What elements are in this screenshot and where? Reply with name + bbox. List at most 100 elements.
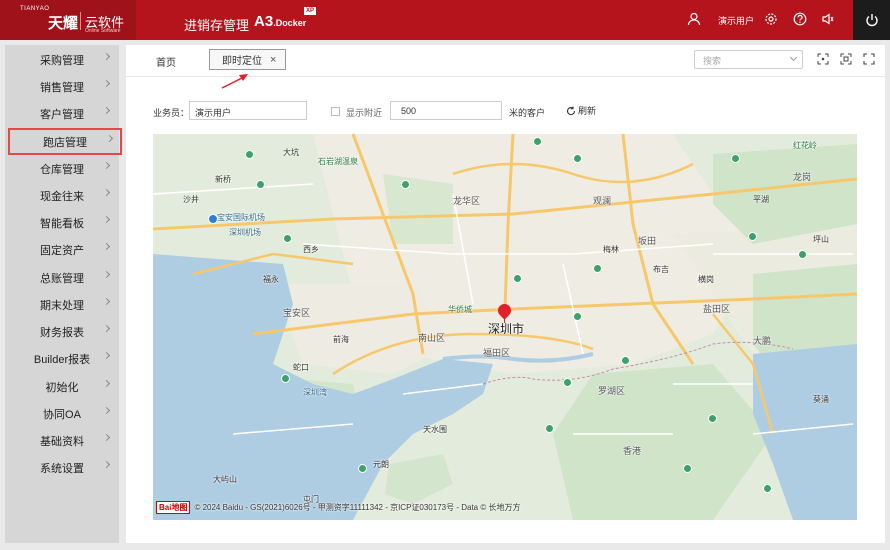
locate-icon[interactable] bbox=[817, 53, 829, 65]
map-poi[interactable] bbox=[573, 154, 582, 163]
map-poi[interactable] bbox=[748, 232, 757, 241]
map-poi[interactable] bbox=[283, 234, 292, 243]
brand-logo: TIANYAO 天耀 云软件 Online Software bbox=[0, 0, 136, 40]
power-button[interactable] bbox=[853, 0, 890, 40]
chevron-right-icon bbox=[102, 52, 111, 61]
chevron-right-icon bbox=[102, 406, 111, 415]
sidebar: 采购管理 销售管理 客户管理 跑店管理 仓库管理 现金往来 智能看板 固定资产 … bbox=[5, 45, 122, 543]
map-label: 龙华区 bbox=[453, 196, 481, 206]
fit-screen-icon[interactable] bbox=[840, 53, 852, 65]
map-label: 福田区 bbox=[483, 348, 511, 358]
distance-input[interactable]: 500 bbox=[390, 101, 502, 120]
brand-cn: 天耀 bbox=[48, 15, 79, 32]
tab-bar: 首页 即时定位 × 搜索 bbox=[126, 45, 885, 89]
map-poi[interactable] bbox=[281, 374, 290, 383]
sidebar-item-warehouse[interactable]: 仓库管理 bbox=[5, 155, 119, 182]
copyright-text: © 2024 Baidu - GS(2021)6026号 - 甲测资字11111… bbox=[194, 502, 521, 512]
map-poi[interactable] bbox=[513, 274, 522, 283]
sidebar-item-cash[interactable]: 现金往来 bbox=[5, 182, 119, 209]
sidebar-item-settings[interactable]: 系统设置 bbox=[5, 454, 119, 481]
map-label: 龙岗 bbox=[793, 172, 812, 182]
sidebar-item-sales[interactable]: 销售管理 bbox=[5, 73, 119, 100]
fullscreen-icon[interactable] bbox=[863, 53, 875, 65]
brand-sub: Online Software bbox=[85, 28, 121, 34]
chevron-right-icon bbox=[102, 433, 111, 442]
chevron-right-icon bbox=[102, 379, 111, 388]
top-header: TIANYAO 天耀 云软件 Online Software 进销存管理 A3.… bbox=[0, 0, 890, 40]
map-poi[interactable] bbox=[798, 250, 807, 259]
tab-realtime-location[interactable]: 即时定位 × bbox=[209, 49, 286, 70]
sidebar-item-initialize[interactable]: 初始化 bbox=[5, 373, 119, 400]
map-poi[interactable] bbox=[573, 312, 582, 321]
chevron-right-icon bbox=[102, 297, 111, 306]
sidebar-item-period-end[interactable]: 期末处理 bbox=[5, 291, 119, 318]
map-label: 天水围 bbox=[423, 425, 447, 434]
map-poi[interactable] bbox=[683, 464, 692, 473]
map-poi[interactable] bbox=[731, 154, 740, 163]
sidebar-item-store-visits[interactable]: 跑店管理 bbox=[8, 128, 122, 155]
show-nearby-label: 显示附近 bbox=[346, 108, 383, 118]
sidebar-item-builder-reports[interactable]: Builder报表 bbox=[5, 345, 119, 372]
map-label: 平湖 bbox=[753, 195, 769, 204]
map-label: 福永 bbox=[263, 275, 279, 284]
tab-home[interactable]: 首页 bbox=[156, 54, 176, 69]
map-poi[interactable] bbox=[401, 180, 410, 189]
sidebar-item-fixed-assets[interactable]: 固定资产 bbox=[5, 236, 119, 263]
sidebar-item-ledger[interactable]: 总账管理 bbox=[5, 264, 119, 291]
map-poi[interactable] bbox=[545, 424, 554, 433]
map-copyright: Bai地图 © 2024 Baidu - GS(2021)6026号 - 甲测资… bbox=[153, 500, 520, 514]
map-poi[interactable] bbox=[708, 414, 717, 423]
map-label: 沙井 bbox=[183, 195, 199, 204]
map-poi[interactable] bbox=[763, 484, 772, 493]
meters-customers-label: 米的客户 bbox=[509, 108, 546, 118]
sidebar-item-dashboard[interactable]: 智能看板 bbox=[5, 209, 119, 236]
baidu-logo: Bai地图 bbox=[156, 500, 191, 514]
map-label: 石岩湖温泉 bbox=[318, 157, 358, 166]
sidebar-item-label: 期末处理 bbox=[40, 299, 84, 312]
map-label: 盐田区 bbox=[703, 304, 731, 314]
user-name[interactable]: 演示用户 bbox=[718, 14, 754, 27]
map-poi[interactable] bbox=[621, 356, 630, 365]
map-view[interactable]: 大坑 石岩湖温泉 龙华区 观澜 坂田 龙岗 红花岭 新桥 沙井 福永 宝安国际机… bbox=[153, 134, 857, 520]
map-label: 红花岭 bbox=[793, 141, 817, 150]
version-main: A3 bbox=[254, 13, 274, 30]
sidebar-item-customers[interactable]: 客户管理 bbox=[5, 100, 119, 127]
sidebar-item-master-data[interactable]: 基础资料 bbox=[5, 427, 119, 454]
sidebar-item-oa[interactable]: 协同OA bbox=[5, 400, 119, 427]
city-label: 深圳市 bbox=[488, 322, 525, 336]
speaker-icon[interactable] bbox=[820, 11, 836, 27]
map-label: 宝安区 bbox=[283, 308, 311, 318]
map-poi[interactable] bbox=[533, 137, 542, 146]
refresh-button[interactable]: 刷新 bbox=[566, 104, 596, 117]
map-poi[interactable] bbox=[256, 180, 265, 189]
map-label: 元朗 bbox=[373, 460, 389, 469]
map-label: 梅林 bbox=[603, 245, 619, 254]
chevron-right-icon bbox=[102, 351, 111, 360]
brand-en: TIANYAO bbox=[20, 6, 50, 12]
sidebar-item-financial-reports[interactable]: 财务报表 bbox=[5, 318, 119, 345]
help-icon[interactable] bbox=[792, 11, 808, 27]
sidebar-item-label: 财务报表 bbox=[40, 326, 84, 339]
gear-icon[interactable] bbox=[763, 11, 779, 27]
sidebar-item-label: 仓库管理 bbox=[40, 163, 84, 176]
map-poi[interactable] bbox=[563, 378, 572, 387]
filter-bar: 业务员： 演示用户 显示附近 500 米的客户 刷新 bbox=[126, 100, 885, 122]
map-label: 前海 bbox=[333, 335, 349, 344]
map-poi[interactable] bbox=[593, 264, 602, 273]
refresh-label: 刷新 bbox=[578, 106, 597, 116]
map-label: 宝安国际机场 bbox=[217, 213, 265, 222]
close-icon[interactable]: × bbox=[270, 54, 276, 66]
annotation-arrow bbox=[221, 74, 248, 89]
show-nearby-checkbox[interactable] bbox=[331, 107, 340, 116]
map-poi[interactable] bbox=[245, 150, 254, 159]
user-icon[interactable] bbox=[686, 11, 702, 27]
search-input[interactable]: 搜索 bbox=[694, 50, 803, 69]
map-poi[interactable] bbox=[358, 464, 367, 473]
sidebar-item-label: 跑店管理 bbox=[43, 136, 87, 149]
map-label: 布吉 bbox=[653, 265, 669, 274]
map-label: 大坑 bbox=[283, 148, 299, 157]
chevron-down-icon[interactable] bbox=[789, 53, 798, 62]
chevron-right-icon bbox=[102, 106, 111, 115]
salesperson-input[interactable]: 演示用户 bbox=[189, 101, 307, 120]
sidebar-item-purchase[interactable]: 采购管理 bbox=[5, 46, 119, 73]
